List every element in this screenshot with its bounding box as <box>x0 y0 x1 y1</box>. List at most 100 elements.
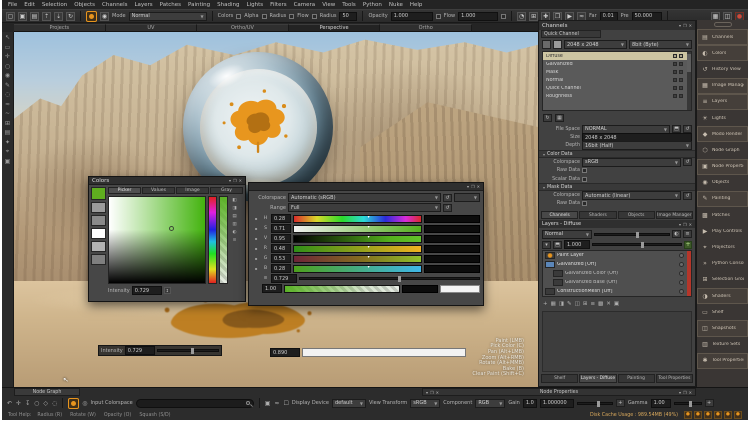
channel-gradient-slider[interactable] <box>293 235 422 243</box>
eraser-tool[interactable]: ◌ <box>5 91 10 98</box>
channel-gradient-slider[interactable] <box>293 225 422 233</box>
gain-reset-button[interactable]: + <box>616 399 625 407</box>
current-color-swatch[interactable] <box>91 187 106 200</box>
duplicate-icon[interactable]: ◫ <box>575 301 580 307</box>
zoom-tool[interactable]: ○ <box>5 63 10 70</box>
curve-icon[interactable]: ≈ <box>274 400 279 407</box>
reset-button[interactable]: ↺ <box>683 158 692 166</box>
grid-icon[interactable]: ▥ <box>232 222 236 227</box>
palette-dock-item[interactable]: ◑ Shaders <box>697 288 748 304</box>
palette-dock-item[interactable]: ▩ Patches <box>697 207 748 223</box>
palette-dock-item[interactable]: ◆ Modo Render <box>697 126 748 142</box>
bottom-dock-tab[interactable]: Layers - Diffuse <box>579 374 616 383</box>
viewport-tab[interactable]: Ortho/UV <box>197 24 289 32</box>
slerp-tool[interactable]: ▣ <box>5 158 11 165</box>
export-icon[interactable]: ⇣ <box>54 12 63 21</box>
bottom-dock-tab[interactable]: Painting <box>618 374 655 383</box>
menu-item[interactable]: Camera <box>294 2 316 8</box>
palette-dock-item[interactable]: ◉ Objects <box>697 175 748 191</box>
window-button-icon[interactable]: ✕ <box>239 178 242 183</box>
window-button-icon[interactable]: ✕ <box>477 184 480 189</box>
colors-panel-tab[interactable]: Picker <box>108 187 141 194</box>
lock-icon[interactable] <box>679 54 683 58</box>
grid-icon[interactable]: ⊞ <box>529 12 538 21</box>
palette-dock-item[interactable]: ☀ Lights <box>697 110 748 126</box>
white-preview-bar[interactable] <box>302 348 466 357</box>
intensity-input[interactable]: 0.729 <box>271 274 297 283</box>
menu-icon[interactable]: ≡ <box>233 238 237 243</box>
intensity-slider[interactable] <box>299 277 480 280</box>
gpu-status-icon[interactable]: ● <box>714 411 722 419</box>
channel-list-scrollbar[interactable] <box>687 52 691 110</box>
window-button-icon[interactable]: ❐ <box>683 390 687 395</box>
menu-item[interactable]: Filters <box>270 2 287 8</box>
update-status-icon[interactable]: ● <box>734 411 742 419</box>
viewport-tab[interactable]: Projects <box>14 24 106 32</box>
view-transform-select[interactable]: sRGB▼ <box>410 399 440 408</box>
channel-fill-swatch[interactable] <box>553 40 562 49</box>
colorspace-select[interactable]: sRGB▼ <box>582 158 681 167</box>
gain-slider[interactable] <box>577 402 613 405</box>
project-status-icon[interactable]: ● <box>724 411 732 419</box>
projection-mode-icon[interactable]: ◔ <box>517 12 526 21</box>
paint-through-tool[interactable]: ✦ <box>5 139 10 146</box>
radius-checkbox[interactable] <box>262 14 267 19</box>
visibility-icon[interactable] <box>673 62 677 66</box>
component-select[interactable]: RGB▼ <box>475 399 505 408</box>
pin-tool[interactable]: ⌖ <box>6 148 9 155</box>
palette-dock-item[interactable]: ↺ History View <box>697 61 748 77</box>
menu-item[interactable]: File <box>8 2 17 8</box>
slider-knob[interactable] <box>597 401 600 407</box>
drop-paint-icon[interactable]: ↧ <box>25 400 30 407</box>
window-button-icon[interactable]: ▾ <box>229 178 231 183</box>
colorspace-select[interactable]: Automatic (sRGB)▼ <box>288 193 441 202</box>
list-icon[interactable]: ≡ <box>590 301 595 307</box>
color-picker-tool[interactable]: ◉ <box>5 72 10 79</box>
color-swatch[interactable] <box>91 228 106 239</box>
menu-item[interactable]: Channels <box>102 2 127 8</box>
reset-button[interactable]: ↺ <box>683 192 692 200</box>
gain-input[interactable]: 1.0 <box>523 399 537 408</box>
viewport-tab[interactable]: Ortho <box>380 24 472 32</box>
alpha-gradient-slider[interactable] <box>284 285 400 293</box>
lock-icon[interactable] <box>679 78 683 82</box>
open-project-icon[interactable]: ▣ <box>18 12 27 21</box>
gamma-input[interactable]: 1.00 <box>651 399 671 408</box>
refresh-icon[interactable]: ↻ <box>543 114 552 122</box>
colors-panel-titlebar[interactable]: Colors ▾❐✕ <box>89 177 245 185</box>
window-button-icon[interactable]: ❐ <box>471 184 475 189</box>
menu-item[interactable]: Help <box>410 2 423 8</box>
slider-knob[interactable] <box>641 242 644 248</box>
menu-item[interactable]: Python <box>363 2 382 8</box>
channel-gradient-slider[interactable] <box>293 245 422 253</box>
gamma-reset-button[interactable]: + <box>705 399 714 407</box>
lock-icon[interactable] <box>679 86 683 90</box>
filter-icon[interactable]: ▩ <box>598 301 603 307</box>
colors-panel-tab[interactable]: Values <box>142 187 175 194</box>
save-project-icon[interactable]: ▤ <box>30 12 39 21</box>
active-paint-tool-button[interactable] <box>68 398 79 409</box>
dock-panel-tab[interactable]: Shaders <box>579 211 616 219</box>
menu-item[interactable]: Objects <box>74 2 95 8</box>
menu-item[interactable]: Shading <box>217 2 239 8</box>
colors-panel-tab[interactable]: Image <box>176 187 209 194</box>
window-button-icon[interactable]: ❐ <box>683 23 687 28</box>
paint-icon[interactable]: ✎ <box>567 301 572 307</box>
transform-tool[interactable]: ✛ <box>5 53 10 60</box>
alpha-value-input[interactable]: 1.00 <box>262 284 282 293</box>
reset-colorspace-button[interactable]: ↺ <box>443 194 452 202</box>
sliders-panel-titlebar[interactable]: ▾❐✕ <box>249 183 483 191</box>
lock-icon[interactable] <box>679 94 683 98</box>
marquee-select-tool[interactable]: ▭ <box>5 44 11 51</box>
color-swatch[interactable] <box>91 254 106 265</box>
paint-status-icon[interactable]: ● <box>684 411 692 419</box>
slider-knob[interactable] <box>398 276 401 282</box>
channel-gradient-slider[interactable] <box>293 215 422 223</box>
scale-icon[interactable]: ◇ <box>43 400 48 407</box>
raw-data-checkbox[interactable] <box>582 201 587 206</box>
menu-item[interactable]: View <box>322 2 335 8</box>
menu-item[interactable]: Nuke <box>389 2 403 8</box>
visibility-icon[interactable] <box>673 94 677 98</box>
palette-dock-item[interactable]: ◐ Colors <box>697 45 748 61</box>
channel-color-swatch[interactable] <box>542 40 551 49</box>
